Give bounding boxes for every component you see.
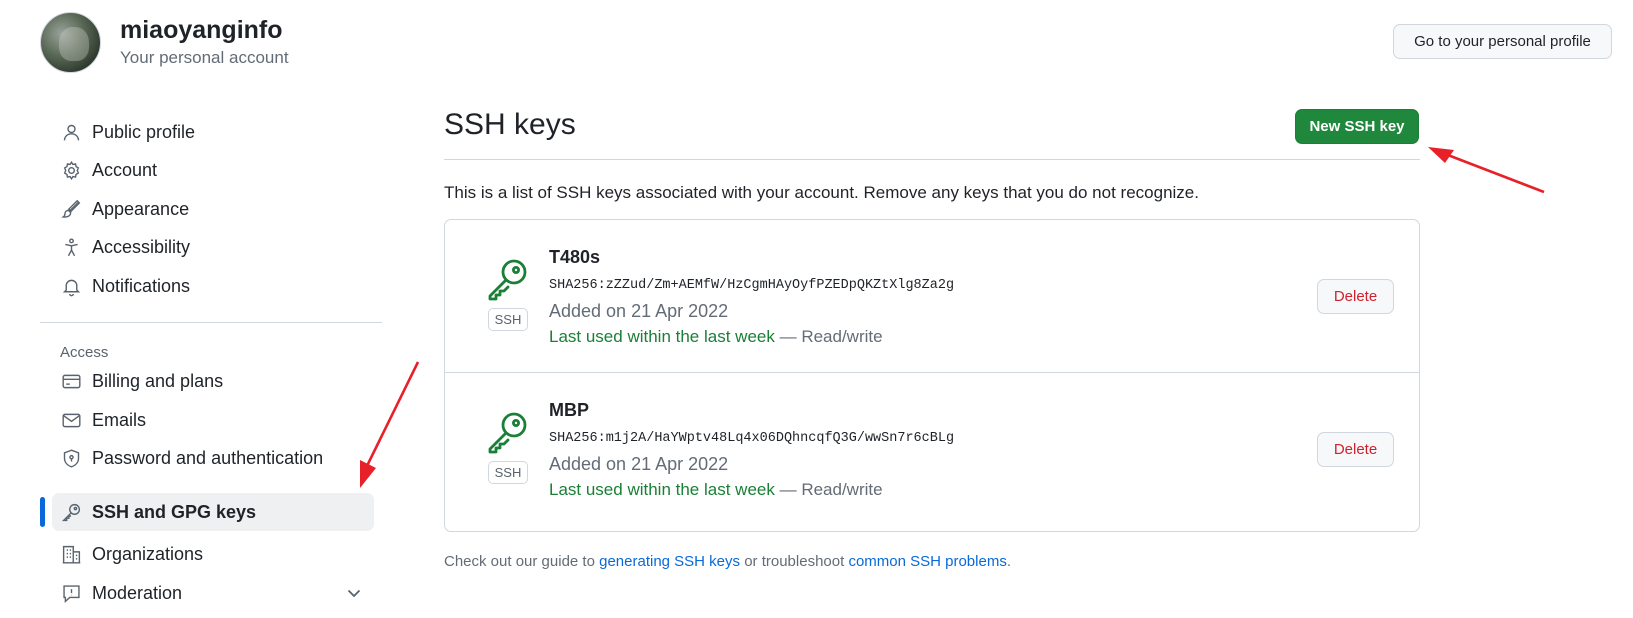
page-title: SSH keys <box>444 108 576 141</box>
sidebar-divider <box>40 322 382 323</box>
ssh-key-row: SSH T480s SHA256:zZZud/Zm+AEMfW/HzCgmHAy… <box>445 220 1419 375</box>
sidebar-item-label: Moderation <box>92 582 183 603</box>
sidebar-active-indicator <box>40 497 45 527</box>
sidebar-heading-access: Access <box>60 344 109 361</box>
key-icon <box>485 410 529 454</box>
account-username: miaoyanginfo <box>120 16 283 44</box>
title-divider <box>444 159 1420 160</box>
key-icon <box>485 257 529 301</box>
sidebar-item-label: Public profile <box>92 121 196 142</box>
footer-prefix: Check out our guide to <box>444 553 600 570</box>
sidebar-item-moderation[interactable]: Moderation <box>52 574 374 612</box>
key-added-date: Added on 21 Apr 2022 <box>549 454 729 474</box>
report-icon <box>60 582 82 604</box>
footer-note: Check out our guide to generating SSH ke… <box>444 553 1011 570</box>
new-ssh-key-button[interactable]: New SSH key <box>1295 109 1419 144</box>
key-last-used: Last used within the last week — Read/wr… <box>549 327 883 347</box>
intro-text: This is a list of SSH keys associated wi… <box>444 183 1199 202</box>
sidebar-item-label: Billing and plans <box>92 370 224 391</box>
sidebar-item-accessibility[interactable]: Accessibility <box>52 228 374 266</box>
gear-icon <box>60 159 82 181</box>
key-last-used: Last used within the last week — Read/wr… <box>549 480 883 500</box>
mail-icon <box>60 409 82 431</box>
key-last-used-text: Last used within the last week <box>549 480 775 499</box>
chevron-down-icon[interactable] <box>344 583 364 603</box>
paintbrush-icon <box>60 198 82 220</box>
footer-suffix: . <box>1006 553 1011 570</box>
sidebar-item-label: Emails <box>92 409 147 430</box>
ssh-badge: SSH <box>488 308 528 331</box>
ssh-key-row: SSH MBP SHA256:m1j2A/HaYWptv48Lq4x06DQhn… <box>445 372 1419 527</box>
sidebar-item-label: Appearance <box>92 198 190 219</box>
sidebar-item-label: Password and authentication <box>92 447 324 468</box>
key-title: T480s <box>549 247 601 267</box>
shield-lock-icon <box>60 447 82 469</box>
key-title: MBP <box>549 400 589 420</box>
go-to-profile-button[interactable]: Go to your personal profile <box>1393 24 1612 59</box>
bell-icon <box>60 275 82 297</box>
sidebar-item-label: Account <box>92 159 158 180</box>
annotation-arrow-ssh-keys <box>360 361 420 488</box>
key-icon <box>60 501 82 523</box>
organization-icon <box>60 543 82 565</box>
footer-middle: or troubleshoot <box>740 553 849 570</box>
accessibility-icon <box>60 236 82 258</box>
sidebar-item-label: Organizations <box>92 543 204 564</box>
account-subtitle: Your personal account <box>120 48 289 67</box>
key-access-level: — Read/write <box>779 480 883 499</box>
sidebar-item-organizations[interactable]: Organizations <box>52 535 374 573</box>
sidebar-item-emails[interactable]: Emails <box>52 401 374 439</box>
sidebar-item-notifications[interactable]: Notifications <box>52 267 374 305</box>
sidebar-item-password-authentication[interactable]: Password and authentication <box>52 439 374 477</box>
annotation-arrow-new-key <box>1428 147 1545 194</box>
credit-card-icon <box>60 370 82 392</box>
delete-key-button[interactable]: Delete <box>1317 432 1394 467</box>
key-fingerprint: SHA256:m1j2A/HaYWptv48Lq4x06DQhncqfQ3G/w… <box>549 431 955 446</box>
sidebar-item-account[interactable]: Account <box>52 151 374 189</box>
sidebar-item-public-profile[interactable]: Public profile <box>52 113 374 151</box>
key-fingerprint: SHA256:zZZud/Zm+AEMfW/HzCgmHAyOyfPZEDpQK… <box>549 278 955 293</box>
person-icon <box>60 121 82 143</box>
ssh-badge: SSH <box>488 461 528 484</box>
avatar[interactable] <box>40 12 101 73</box>
sidebar-item-appearance[interactable]: Appearance <box>52 190 374 228</box>
sidebar-item-label: Notifications <box>92 275 191 296</box>
key-last-used-text: Last used within the last week <box>549 327 775 346</box>
sidebar-item-label: Accessibility <box>92 236 191 257</box>
key-added-date: Added on 21 Apr 2022 <box>549 301 729 321</box>
generating-ssh-keys-link[interactable]: generating SSH keys <box>599 553 740 570</box>
key-access-level: — Read/write <box>779 327 883 346</box>
sidebar-item-ssh-gpg-keys[interactable]: SSH and GPG keys <box>52 493 374 531</box>
sidebar-item-billing[interactable]: Billing and plans <box>52 362 374 400</box>
delete-key-button[interactable]: Delete <box>1317 279 1394 314</box>
common-ssh-problems-link[interactable]: common SSH problems <box>848 553 1006 570</box>
sidebar-item-label: SSH and GPG keys <box>92 501 257 522</box>
ssh-keys-list: SSH T480s SHA256:zZZud/Zm+AEMfW/HzCgmHAy… <box>444 219 1420 532</box>
